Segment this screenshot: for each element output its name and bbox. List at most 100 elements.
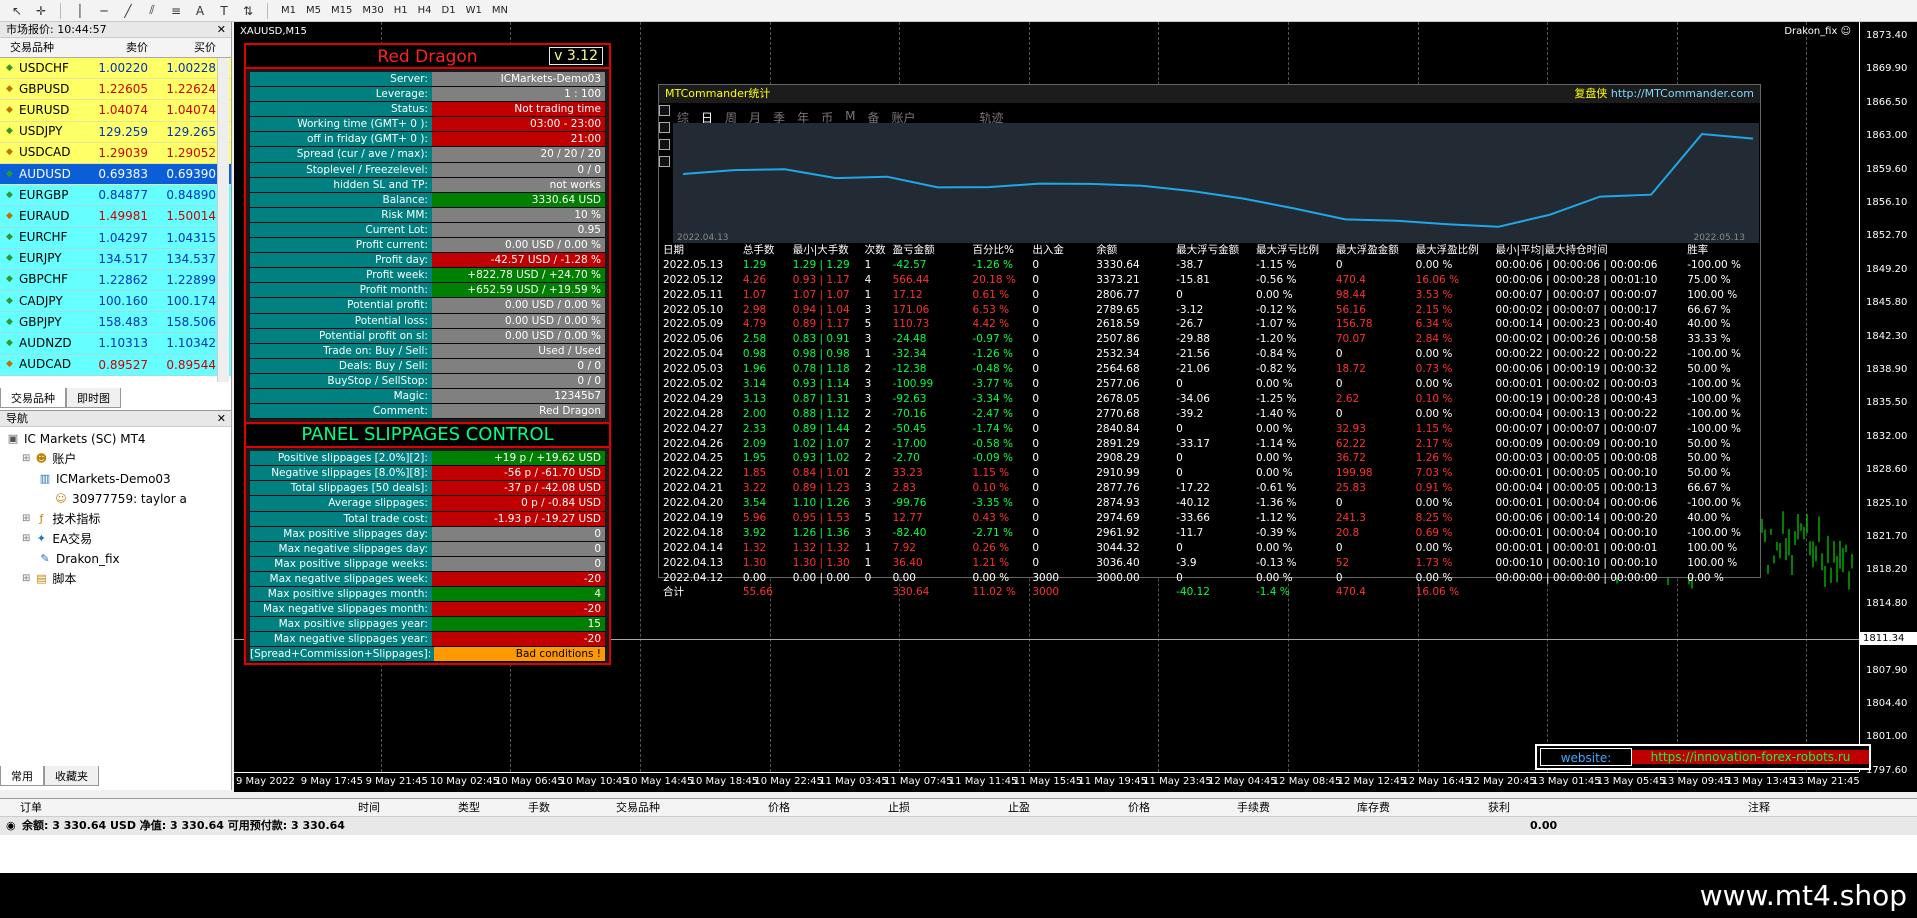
time-tick: 13 May 01:45 — [1532, 776, 1601, 787]
market-watch-row[interactable]: ◆ GBPJPY 158.483 158.506 — [0, 312, 231, 334]
terminal-column[interactable]: 类型 — [380, 799, 480, 816]
timeframe-h1[interactable]: H1 — [389, 2, 413, 20]
market-watch-row[interactable]: ◆ EURAUD 1.49981 1.50014 — [0, 206, 231, 228]
cell: -12.38 — [892, 363, 927, 376]
navigator-item[interactable]: ▥ ICMarkets-Demo03 — [0, 469, 231, 489]
terminal-column[interactable]: 手数 — [480, 799, 550, 816]
timeframe-m5[interactable]: M5 — [301, 2, 326, 20]
timeframe-mn[interactable]: MN — [487, 2, 513, 20]
tick-up-icon: ◆ — [6, 295, 13, 306]
market-watch-row[interactable]: ◆ EURGBP 0.84877 0.84890 — [0, 185, 231, 207]
market-watch-row[interactable]: ◆ CADJPY 100.160 100.174 — [0, 291, 231, 313]
terminal-column[interactable]: 库存费 — [1270, 799, 1390, 816]
crosshair-icon[interactable]: ✛ — [30, 2, 52, 20]
mtcommander-link[interactable]: 复盘侠 http://MTCommander.com — [1574, 85, 1754, 103]
vertical-line-icon[interactable]: │ — [69, 2, 91, 20]
cell: 0.83 | 0.91 — [792, 333, 850, 346]
market-watch-row[interactable]: ◆ EURJPY 134.517 134.537 — [0, 248, 231, 270]
stat-label: Profit day: — [250, 253, 432, 269]
terminal-column[interactable]: 时间 — [60, 799, 380, 816]
timeframe-w1[interactable]: W1 — [461, 2, 487, 20]
cell: 36.40 — [892, 556, 923, 569]
market-watch-row[interactable]: ◆ USDCAD 1.29039 1.29052 — [0, 142, 231, 164]
timeframe-d1[interactable]: D1 — [437, 2, 461, 20]
market-watch-scrollbar[interactable] — [217, 58, 229, 382]
text-tool-icon[interactable]: A — [189, 2, 211, 20]
text-label-icon[interactable]: T — [213, 2, 235, 20]
market-watch-row[interactable]: ◆ AUDNZD 1.10313 1.10342 — [0, 333, 231, 355]
navigator-item[interactable]: ⊞ ☻ 账户 — [0, 449, 231, 469]
side-button[interactable] — [659, 122, 670, 133]
market-watch-row[interactable]: ◆ GBPUSD 1.22605 1.22624 — [0, 79, 231, 101]
market-watch-row[interactable]: ◆ USDJPY 129.259 129.265 — [0, 121, 231, 143]
market-watch-row[interactable]: ◆ USDCHF 1.00220 1.00228 — [0, 58, 231, 80]
stat-label: Potential profit: — [250, 298, 432, 314]
balance-row[interactable]: ◉ 余额: 3 330.64 USD 净值: 3 330.64 可用预付款: 3… — [0, 817, 1917, 835]
market-watch-row[interactable]: ◆ AUDCAD 0.89527 0.89544 — [0, 354, 231, 376]
timeframe-m1[interactable]: M1 — [276, 2, 301, 20]
terminal-column[interactable]: 订单 — [0, 799, 60, 816]
arrows-icon[interactable]: ⇅ — [237, 2, 259, 20]
side-button[interactable] — [659, 139, 670, 150]
market-watch-row[interactable]: ◆ EURCHF 1.04297 1.04315 — [0, 227, 231, 249]
stat-row: Max positive slippages day: 0 — [250, 526, 605, 542]
column-bid[interactable]: 卖价 — [82, 38, 152, 57]
total-cell: -1.4 % — [1255, 586, 1290, 599]
cell: 0 — [1335, 348, 1343, 361]
stat-value: 0 / 0 — [431, 373, 605, 389]
navigator-item[interactable]: ☺ 30977759: taylor a — [0, 489, 231, 509]
red-dragon-stats: Server: ICMarkets-Demo03 Leverage: 1 : 100 S… — [246, 72, 609, 420]
expand-icon[interactable]: ⊞ — [22, 509, 30, 529]
fibonacci-icon[interactable]: ≡ — [165, 2, 187, 20]
bid-price: 1.00220 — [98, 61, 148, 75]
link-url[interactable]: http://MTCommander.com — [1611, 87, 1754, 100]
timeframe-m15[interactable]: M15 — [326, 2, 357, 20]
tab-common[interactable]: 常用 — [0, 766, 44, 786]
cell: 20.8 — [1335, 526, 1360, 539]
expand-icon[interactable]: ⊞ — [22, 529, 30, 549]
expand-icon[interactable]: ⊞ — [22, 449, 30, 469]
header-cell: 余额 — [1096, 244, 1118, 256]
cell: 0 — [1176, 541, 1183, 554]
terminal-column[interactable]: 止盈 — [910, 799, 1030, 816]
navigator-item[interactable]: ✎ Drakon_fix — [0, 549, 231, 569]
website-url[interactable]: https://innovation-forex-robots.ru — [1632, 750, 1869, 764]
close-icon[interactable]: ✕ — [217, 411, 226, 427]
cell: 2022.05.03 — [663, 363, 724, 376]
column-symbol[interactable]: 交易品种 — [0, 38, 82, 57]
column-ask[interactable]: 买价 — [152, 38, 220, 57]
terminal-column[interactable]: 注释 — [1510, 799, 1770, 816]
navigator-item[interactable]: ⊞ ✦ EA交易 — [0, 529, 231, 549]
side-button[interactable] — [659, 105, 670, 116]
channel-icon[interactable]: ⫽ — [141, 2, 163, 20]
terminal-column[interactable]: 获利 — [1390, 799, 1510, 816]
timeframe-h4[interactable]: H4 — [413, 2, 437, 20]
price-tick: 1869.90 — [1866, 63, 1908, 75]
trendline-icon[interactable]: ╱ — [117, 2, 139, 20]
navigator-item[interactable]: ⊞ ƒ 技术指标 — [0, 509, 231, 529]
tab-favorites[interactable]: 收藏夹 — [44, 766, 99, 786]
table-row: 2022.04.12 0.00 0.00 | 0.00 0 0.00 0.00 % 3000… — [663, 571, 1757, 586]
horizontal-line-icon[interactable]: ─ — [93, 2, 115, 20]
terminal-column[interactable]: 价格 — [660, 799, 790, 816]
terminal-column[interactable]: 手续费 — [1150, 799, 1270, 816]
market-watch-row[interactable]: ◆ AUDUSD 0.69383 0.69390 — [0, 163, 231, 186]
expand-icon[interactable]: ⊞ — [22, 569, 30, 589]
price-tick: 1845.80 — [1866, 297, 1908, 309]
timeframe-m30[interactable]: M30 — [357, 2, 388, 20]
cursor-icon[interactable]: ↖ — [6, 2, 28, 20]
terminal-column[interactable]: 价格 — [1030, 799, 1150, 816]
tab-symbols[interactable]: 交易品种 — [0, 388, 66, 408]
tab-tick-chart[interactable]: 即时图 — [66, 388, 121, 408]
table-row: 2022.04.20 3.54 1.10 | 1.26 3 -99.76 -3.35 % 0… — [663, 496, 1757, 511]
terminal-column[interactable]: 止损 — [790, 799, 910, 816]
cell: 0.93 | 1.17 — [792, 273, 850, 286]
navigator-item[interactable]: ▣ IC Markets (SC) MT4 — [0, 429, 231, 449]
close-icon[interactable]: ✕ — [217, 22, 226, 38]
stat-row: Deals: Buy / Sell: 0 / 0 — [250, 358, 605, 374]
terminal-column[interactable]: 交易品种 — [550, 799, 660, 816]
market-watch-row[interactable]: ◆ EURUSD 1.04074 1.04074 — [0, 100, 231, 122]
side-button[interactable] — [659, 156, 670, 167]
market-watch-row[interactable]: ◆ GBPCHF 1.22862 1.22899 — [0, 269, 231, 292]
navigator-item[interactable]: ⊞ ▤ 脚本 — [0, 569, 231, 589]
